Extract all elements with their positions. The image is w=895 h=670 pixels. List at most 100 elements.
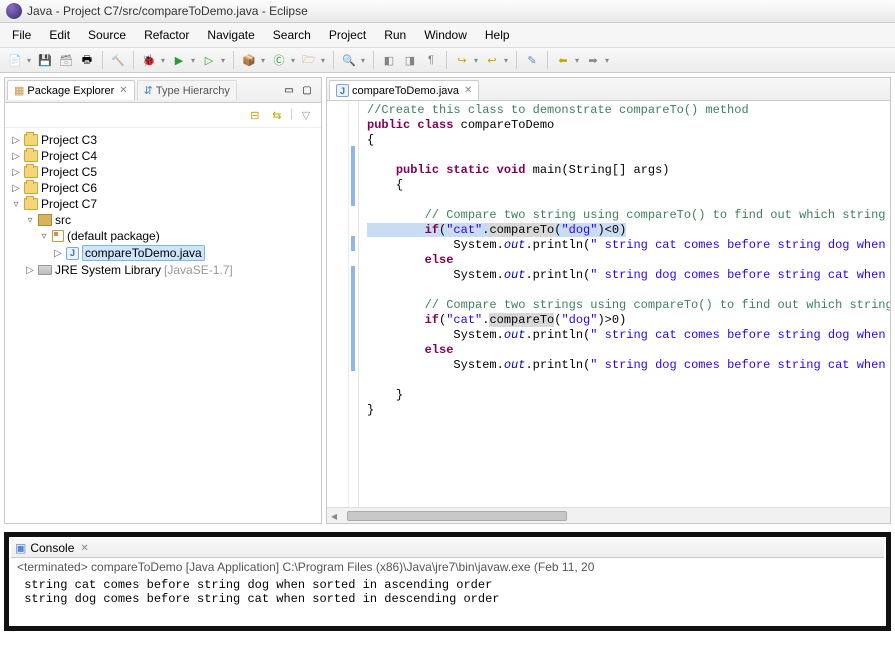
toggle-mark-icon[interactable]: ◧ <box>380 51 398 69</box>
tree-project[interactable]: ▷ Project C6 <box>9 180 317 196</box>
tab-label: Type Hierarchy <box>156 85 230 97</box>
tree-package[interactable]: ▿(default package) <box>37 228 317 244</box>
menu-run[interactable]: Run <box>376 25 414 45</box>
view-menu-icon[interactable]: ▽ <box>297 106 315 124</box>
debug-icon[interactable]: 🐞 <box>140 51 158 69</box>
menu-edit[interactable]: Edit <box>41 25 78 45</box>
tree-label: Project C7 <box>41 197 97 211</box>
print-icon[interactable]: 🖶 <box>78 51 96 69</box>
expand-icon[interactable]: ▷ <box>11 151 21 162</box>
save-icon[interactable]: 💾 <box>36 51 54 69</box>
console-view: ▣ Console ✕ <terminated> compareToDemo [… <box>11 539 884 624</box>
console-output[interactable]: string cat comes before string dog when … <box>11 574 884 624</box>
java-file-icon: J <box>66 247 79 260</box>
build-icon[interactable]: 🔨 <box>109 51 127 69</box>
window-title: Java - Project C7/src/compareToDemo.java… <box>27 4 308 18</box>
horizontal-scrollbar[interactable]: ◂ <box>327 507 890 523</box>
editor-gutter <box>327 101 349 507</box>
new-package-icon[interactable]: 📦 <box>240 51 258 69</box>
editor-tab[interactable]: J compareToDemo.java ✕ <box>329 80 479 100</box>
dropdown-icon[interactable]: ▾ <box>191 56 197 65</box>
editor-folding-gutter <box>349 101 359 507</box>
tree-project[interactable]: ▷ Project C5 <box>9 164 317 180</box>
tab-type-hierarchy[interactable]: ⇵ Type Hierarchy <box>137 80 237 100</box>
menu-help[interactable]: Help <box>477 25 518 45</box>
source-folder-icon <box>38 214 52 226</box>
save-all-icon[interactable]: 🗃 <box>57 51 75 69</box>
tree-label: Project C6 <box>41 181 97 195</box>
editor-view: J compareToDemo.java ✕ //Create this cla… <box>326 77 891 524</box>
project-icon <box>24 198 38 210</box>
close-icon[interactable]: ✕ <box>80 543 88 554</box>
console-tab-label[interactable]: Console <box>30 541 74 555</box>
eclipse-icon <box>6 3 22 19</box>
dropdown-icon[interactable]: ▾ <box>261 56 267 65</box>
close-icon[interactable]: ✕ <box>119 85 127 96</box>
package-icon <box>52 230 64 242</box>
dropdown-icon[interactable]: ▾ <box>605 56 611 65</box>
search-icon[interactable]: 🔍 <box>340 51 358 69</box>
open-type-icon[interactable]: 🗁 <box>300 51 318 69</box>
dropdown-icon[interactable]: ▾ <box>161 56 167 65</box>
new-class-icon[interactable]: Ⓒ <box>270 51 288 69</box>
expand-icon[interactable]: ▷ <box>11 167 21 178</box>
expand-icon[interactable]: ▷ <box>11 135 21 146</box>
dropdown-icon[interactable]: ▾ <box>504 56 510 65</box>
run-icon[interactable]: ▶ <box>170 51 188 69</box>
console-icon: ▣ <box>15 541 26 555</box>
dropdown-icon[interactable]: ▾ <box>321 56 327 65</box>
expand-icon[interactable]: ▷ <box>53 248 63 259</box>
collapse-all-icon[interactable]: ⊟ <box>246 106 264 124</box>
back-icon[interactable]: ⬅ <box>554 51 572 69</box>
menu-navigate[interactable]: Navigate <box>199 25 262 45</box>
menu-project[interactable]: Project <box>321 25 374 45</box>
tree-label: Project C5 <box>41 165 97 179</box>
collapse-icon[interactable]: ▿ <box>39 231 49 242</box>
forward-icon[interactable]: ➡ <box>584 51 602 69</box>
collapse-icon[interactable]: ▿ <box>11 199 21 210</box>
maximize-icon[interactable]: ▢ <box>299 82 315 98</box>
link-editor-icon[interactable]: ⇆ <box>268 106 286 124</box>
show-ws-icon[interactable]: ¶ <box>422 51 440 69</box>
dropdown-icon[interactable]: ▾ <box>575 56 581 65</box>
tab-label: compareToDemo.java <box>352 85 459 97</box>
menu-window[interactable]: Window <box>416 25 475 45</box>
tree-label: src <box>55 213 71 227</box>
package-explorer-tree[interactable]: ▷ Project C3 ▷Project C4 ▷ Project C5 ▷ Pro… <box>5 128 321 523</box>
dropdown-icon[interactable]: ▾ <box>474 56 480 65</box>
tree-label: JRE System Library <box>55 263 161 277</box>
tree-label: Project C3 <box>41 133 97 147</box>
collapse-icon[interactable]: ▿ <box>25 215 35 226</box>
tree-project[interactable]: ▷ Project C3 <box>9 132 317 148</box>
dropdown-icon[interactable]: ▾ <box>361 56 367 65</box>
tab-package-explorer[interactable]: ▦ Package Explorer ✕ <box>7 80 135 100</box>
next-annotation-icon[interactable]: ↪ <box>453 51 471 69</box>
project-icon <box>24 134 38 146</box>
minimize-icon[interactable]: ▭ <box>281 82 297 98</box>
menu-search[interactable]: Search <box>265 25 319 45</box>
code-editor[interactable]: //Create this class to demonstrate compa… <box>327 101 890 507</box>
expand-icon[interactable]: ▷ <box>25 265 35 276</box>
project-icon <box>24 182 38 194</box>
dropdown-icon[interactable]: ▾ <box>221 56 227 65</box>
hierarchy-icon: ⇵ <box>144 84 153 97</box>
close-icon[interactable]: ✕ <box>464 85 472 96</box>
dropdown-icon[interactable]: ▾ <box>27 56 33 65</box>
menu-file[interactable]: File <box>4 25 39 45</box>
tree-project[interactable]: ▷Project C4 <box>9 148 317 164</box>
tree-java-file[interactable]: ▷JcompareToDemo.java <box>51 244 317 262</box>
tree-jre-lib[interactable]: ▷JRE System Library [JavaSE-1.7] <box>23 262 317 278</box>
menu-source[interactable]: Source <box>80 25 134 45</box>
menu-refactor[interactable]: Refactor <box>136 25 197 45</box>
prev-annotation-icon[interactable]: ↩ <box>483 51 501 69</box>
new-icon[interactable]: 📄 <box>6 51 24 69</box>
run-last-icon[interactable]: ▷ <box>200 51 218 69</box>
tree-project[interactable]: ▿ Project C7 <box>9 196 317 212</box>
expand-icon[interactable]: ▷ <box>11 183 21 194</box>
last-edit-icon[interactable]: ✎ <box>523 51 541 69</box>
tree-src[interactable]: ▿ src <box>23 212 317 228</box>
scrollbar-thumb[interactable] <box>347 511 567 521</box>
dropdown-icon[interactable]: ▾ <box>291 56 297 65</box>
console-status: <terminated> compareToDemo [Java Applica… <box>11 558 884 574</box>
toggle-block-icon[interactable]: ◨ <box>401 51 419 69</box>
